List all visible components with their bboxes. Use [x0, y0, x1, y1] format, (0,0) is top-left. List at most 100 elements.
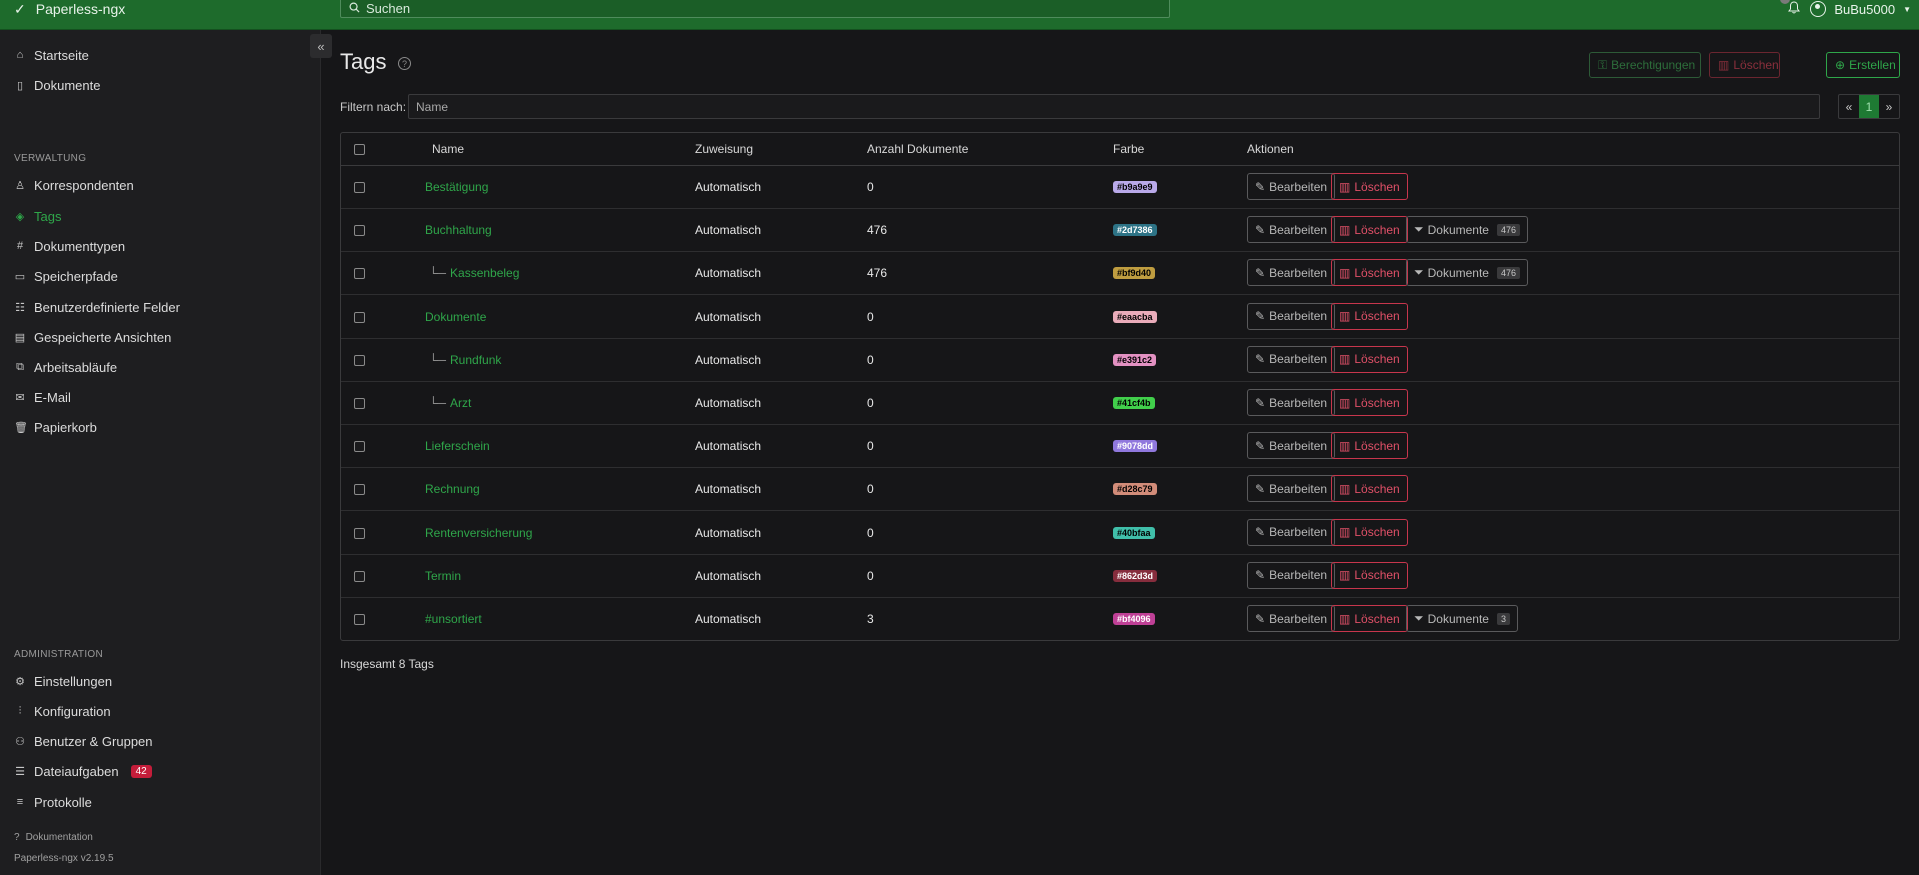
row-checkbox[interactable] [354, 441, 365, 453]
color-badge: #eaacba [1113, 310, 1157, 323]
edit-button[interactable]: ✎ Bearbeiten [1247, 605, 1336, 632]
edit-button[interactable]: ✎ Bearbeiten [1247, 216, 1336, 244]
delete-button[interactable]: ▥ Löschen [1331, 302, 1408, 330]
trash-icon: ▥ [1339, 481, 1351, 496]
row-checkbox[interactable] [354, 614, 365, 625]
sidebar-item-einstellungen[interactable]: ⚙ Einstellungen [14, 672, 112, 690]
documents-filter-button[interactable]: ⏷ Dokumente 476 [1406, 216, 1529, 244]
select-all-checkbox[interactable] [354, 144, 365, 155]
search-icon [349, 1, 360, 16]
row-checkbox[interactable] [354, 527, 365, 539]
notification-bell-icon[interactable] [1780, 0, 1801, 17]
documentation-link[interactable]: ? Dokumentation [14, 832, 93, 843]
task-count-badge: 42 [130, 764, 152, 778]
row-checkbox[interactable] [354, 570, 365, 582]
brand[interactable]: ✓ Paperless-ngx [14, 0, 125, 18]
create-button[interactable]: ⊕ Erstellen [1826, 52, 1900, 78]
sidebar-item-benutzer-gruppen[interactable]: ⚇ Benutzer & Gruppen [14, 732, 152, 750]
delete-button[interactable]: ▥ Löschen [1331, 216, 1408, 244]
bulk-delete-button[interactable]: ▥ Löschen [1709, 52, 1780, 78]
assignment-value: Automatisch [695, 396, 762, 410]
sidebar-item-korrespondenten[interactable]: ♙ Korrespondenten [14, 176, 134, 194]
user-menu[interactable]: BuBu5000 ▼ [1810, 1, 1911, 17]
tag-name-link[interactable]: #unsortiert [425, 612, 482, 626]
tag-name-link[interactable]: Bestätigung [425, 180, 488, 194]
delete-button[interactable]: ▥ Löschen [1331, 173, 1408, 200]
header-anzahl[interactable]: Anzahl Dokumente [867, 142, 968, 156]
pager-next[interactable]: » [1879, 95, 1899, 118]
sidebar-item-dokumente[interactable]: ▯ Dokumente [14, 76, 101, 94]
tag-name-link[interactable]: Dokumente [425, 310, 486, 324]
pencil-icon: ✎ [1255, 222, 1266, 237]
tag-name-link[interactable]: Lieferschein [425, 439, 490, 453]
edit-button[interactable]: ✎ Bearbeiten [1247, 518, 1336, 546]
sidebar-item-speicherpfade[interactable]: ▭ Speicherpfade [14, 267, 118, 285]
assignment-value: Automatisch [695, 612, 762, 626]
permissions-button[interactable]: ⚿ Berechtigungen [1589, 52, 1701, 78]
tag-name-link[interactable]: Rentenversicherung [425, 526, 532, 540]
tag-name-link[interactable]: Rechnung [425, 482, 480, 496]
edit-button[interactable]: ✎ Bearbeiten [1247, 561, 1336, 589]
sidebar-item-dateiaufgaben[interactable]: ☰ Dateiaufgaben 42 [14, 762, 152, 780]
delete-button[interactable]: ▥ Löschen [1331, 475, 1408, 503]
search-input[interactable] [366, 0, 1126, 16]
sidebar-item-benutzerdefinierte-felder[interactable]: ☷ Benutzerdefinierte Felder [14, 298, 180, 316]
people-icon: ⚇ [15, 735, 25, 748]
sidebar-item-protokolle[interactable]: ≡ Protokolle [14, 793, 92, 811]
pager-page-1[interactable]: 1 [1859, 95, 1879, 118]
document-count: 0 [867, 180, 874, 194]
edit-button[interactable]: ✎ Bearbeiten [1247, 259, 1336, 287]
edit-button[interactable]: ✎ Bearbeiten [1247, 302, 1336, 330]
documents-filter-button[interactable]: ⏷ Dokumente 476 [1406, 259, 1529, 287]
row-checkbox[interactable] [354, 311, 365, 323]
tag-name-link[interactable]: Buchhaltung [425, 223, 492, 237]
sidebar-item-startseite[interactable]: ⌂ Startseite [14, 46, 89, 64]
tag-name-link[interactable]: └─ Arzt [429, 396, 471, 410]
tree-branch-icon: └─ [429, 396, 447, 410]
header-zuweisung[interactable]: Zuweisung [695, 142, 753, 156]
row-checkbox[interactable] [354, 398, 365, 409]
filter-label: Filtern nach: [340, 100, 407, 114]
tag-name-link[interactable]: Termin [425, 569, 461, 583]
color-badge: #d28c79 [1113, 483, 1157, 496]
help-icon[interactable]: ? [398, 57, 411, 70]
document-count: 0 [867, 439, 874, 454]
delete-button[interactable]: ▥ Löschen [1331, 259, 1408, 287]
documents-filter-button[interactable]: ⏷ Dokumente 3 [1406, 605, 1518, 632]
sidebar-item-tags[interactable]: ◈ Tags [14, 207, 62, 225]
delete-button[interactable]: ▥ Löschen [1331, 345, 1408, 373]
tag-name-link[interactable]: └─ Kassenbeleg [429, 266, 519, 280]
row-checkbox[interactable] [354, 182, 365, 193]
delete-button[interactable]: ▥ Löschen [1331, 518, 1408, 546]
sidebar-item-konfiguration[interactable]: ⫶ Konfiguration [14, 702, 111, 720]
pager-prev[interactable]: « [1839, 95, 1859, 118]
sidebar-item-gespeicherte-ansichten[interactable]: ▤ Gespeicherte Ansichten [14, 328, 172, 346]
collapse-sidebar-button[interactable]: « [310, 34, 332, 58]
global-search[interactable] [340, 0, 1170, 18]
edit-button[interactable]: ✎ Bearbeiten [1247, 475, 1336, 503]
sidebar-item-arbeitsablaeufe[interactable]: ⧉ Arbeitsabläufe [14, 358, 117, 376]
delete-button[interactable]: ▥ Löschen [1331, 389, 1408, 416]
header-name[interactable]: Name [432, 142, 464, 156]
delete-button[interactable]: ▥ Löschen [1331, 605, 1408, 632]
edit-button[interactable]: ✎ Bearbeiten [1247, 432, 1336, 460]
row-checkbox[interactable] [354, 268, 365, 280]
tag-name-link[interactable]: └─ Rundfunk [429, 353, 501, 367]
name-filter-input[interactable] [408, 94, 1820, 119]
sidebar: ⌂ Startseite ▯ Dokumente VERWALTUNG ♙ Ko… [0, 30, 321, 875]
document-count: 0 [867, 568, 874, 583]
trash-icon: 🗑 [14, 421, 28, 434]
folder-icon: ▭ [14, 270, 26, 283]
edit-button[interactable]: ✎ Bearbeiten [1247, 389, 1336, 416]
color-badge: #9078dd [1113, 440, 1158, 453]
delete-button[interactable]: ▥ Löschen [1331, 561, 1408, 589]
row-checkbox[interactable] [354, 354, 365, 366]
row-checkbox[interactable] [354, 484, 365, 496]
sidebar-item-email[interactable]: ✉ E-Mail [14, 388, 70, 406]
edit-button[interactable]: ✎ Bearbeiten [1247, 173, 1336, 200]
sidebar-item-papierkorb[interactable]: 🗑 Papierkorb [14, 418, 97, 436]
edit-button[interactable]: ✎ Bearbeiten [1247, 345, 1336, 373]
row-checkbox[interactable] [354, 225, 365, 237]
sidebar-item-dokumenttypen[interactable]: # Dokumenttypen [14, 237, 125, 255]
delete-button[interactable]: ▥ Löschen [1331, 432, 1408, 460]
